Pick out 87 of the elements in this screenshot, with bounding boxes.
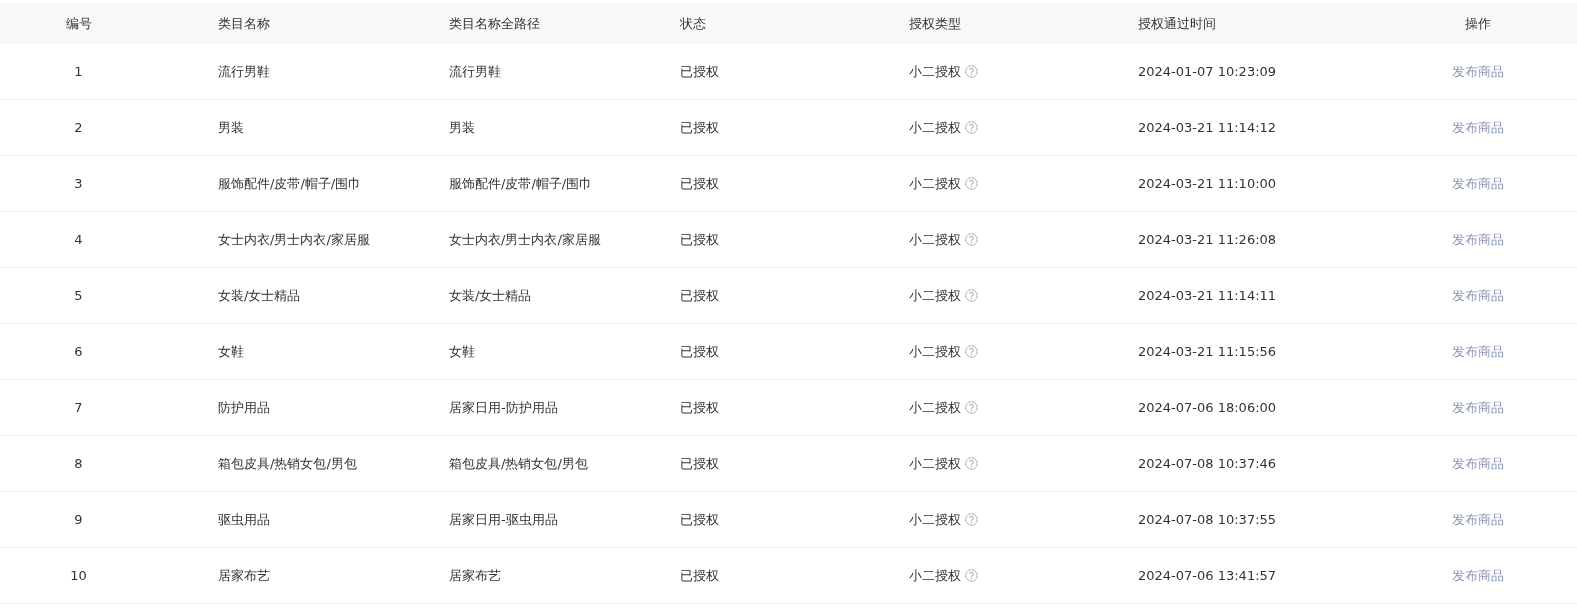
help-icon[interactable] <box>965 177 978 190</box>
table-cell: 居家布艺 <box>218 567 270 583</box>
table-cell: 小二授权 <box>909 62 961 81</box>
table-cell: 流行男鞋 <box>449 63 501 79</box>
table-cell: 女装/女士精品 <box>218 287 301 303</box>
table-cell: 已授权 <box>680 511 719 527</box>
table-cell: 已授权 <box>680 175 719 191</box>
table-cell: 已授权 <box>680 119 719 135</box>
table-cell: 2024-03-21 11:15:56 <box>1138 344 1277 359</box>
help-icon[interactable] <box>965 65 978 78</box>
table-cell: 流行男鞋 <box>218 63 270 79</box>
table-cell: 2024-03-21 11:26:08 <box>1138 232 1277 247</box>
table-cell: 小二授权 <box>909 398 961 417</box>
publish-link[interactable]: 发布商品 <box>1452 343 1504 359</box>
table-cell: 已授权 <box>680 567 719 583</box>
help-icon[interactable] <box>965 513 978 526</box>
column-header: 授权通过时间 <box>1138 15 1216 31</box>
column-header: 类目名称 <box>218 15 270 31</box>
table-cell: 2024-07-08 10:37:55 <box>1138 512 1277 527</box>
table-cell: 已授权 <box>680 455 719 471</box>
publish-link[interactable]: 发布商品 <box>1452 287 1504 303</box>
table-cell: 服饰配件/皮带/帽子/围巾 <box>218 175 362 191</box>
table-cell: 女鞋 <box>449 343 475 359</box>
table-cell: 2024-03-21 11:14:12 <box>1138 120 1277 135</box>
table-cell: 已授权 <box>680 231 719 247</box>
help-icon[interactable] <box>965 345 978 358</box>
table-cell: 女鞋 <box>218 343 244 359</box>
table-cell: 10 <box>70 568 87 583</box>
help-icon[interactable] <box>965 457 978 470</box>
table-cell: 2024-07-06 13:41:57 <box>1138 568 1277 583</box>
table-cell: 服饰配件/皮带/帽子/围巾 <box>449 175 593 191</box>
publish-link[interactable]: 发布商品 <box>1452 231 1504 247</box>
table-cell: 4 <box>74 232 83 247</box>
table-cell: 2024-03-21 11:14:11 <box>1138 288 1277 303</box>
publish-link[interactable]: 发布商品 <box>1452 119 1504 135</box>
table-cell: 2024-07-06 18:06:00 <box>1138 400 1277 415</box>
table-cell: 小二授权 <box>909 510 961 529</box>
column-header: 授权类型 <box>909 15 961 31</box>
table-cell: 已授权 <box>680 63 719 79</box>
table-cell: 8 <box>74 456 83 471</box>
column-header: 状态 <box>680 15 706 31</box>
table-cell: 女装/女士精品 <box>449 287 532 303</box>
publish-link[interactable]: 发布商品 <box>1452 399 1504 415</box>
column-header: 类目名称全路径 <box>449 15 540 31</box>
table-cell: 已授权 <box>680 343 719 359</box>
help-icon[interactable] <box>965 569 978 582</box>
table-cell: 箱包皮具/热销女包/男包 <box>218 455 357 471</box>
table-cell: 居家日用-防护用品 <box>449 399 558 415</box>
table-cell: 2024-03-21 11:10:00 <box>1138 176 1277 191</box>
help-icon[interactable] <box>965 121 978 134</box>
table-cell: 1 <box>74 64 83 79</box>
table-cell: 小二授权 <box>909 230 961 249</box>
table-cell: 小二授权 <box>909 118 961 137</box>
table-cell: 2024-01-07 10:23:09 <box>1138 64 1277 79</box>
table-cell: 小二授权 <box>909 566 961 585</box>
column-header: 操作 <box>1465 15 1491 31</box>
column-header: 编号 <box>65 15 92 31</box>
table-cell: 女士内衣/男士内衣/家居服 <box>218 231 370 247</box>
table-cell: 已授权 <box>680 399 719 415</box>
table-cell: 小二授权 <box>909 454 961 473</box>
table-cell: 小二授权 <box>909 174 961 193</box>
table-cell: 防护用品 <box>218 399 270 415</box>
table-cell: 2 <box>74 120 83 135</box>
publish-link[interactable]: 发布商品 <box>1452 511 1504 527</box>
table-cell: 箱包皮具/热销女包/男包 <box>449 455 588 471</box>
table-cell: 男装 <box>218 119 244 135</box>
table-cell: 居家日用-驱虫用品 <box>449 511 558 527</box>
table-cell: 小二授权 <box>909 342 961 361</box>
help-icon[interactable] <box>965 401 978 414</box>
table-cell: 男装 <box>449 119 475 135</box>
table-cell: 驱虫用品 <box>218 511 270 527</box>
publish-link[interactable]: 发布商品 <box>1452 455 1504 471</box>
table-cell: 女士内衣/男士内衣/家居服 <box>449 231 601 247</box>
table-cell: 7 <box>74 400 83 415</box>
table-cell: 已授权 <box>680 287 719 303</box>
help-icon[interactable] <box>965 233 978 246</box>
table-cell: 9 <box>74 512 83 527</box>
publish-link[interactable]: 发布商品 <box>1452 175 1504 191</box>
table-cell: 3 <box>74 176 83 191</box>
help-icon[interactable] <box>965 289 978 302</box>
table-cell: 5 <box>74 288 83 303</box>
table-cell: 居家布艺 <box>449 567 501 583</box>
table-cell: 小二授权 <box>909 286 961 305</box>
table-cell: 2024-07-08 10:37:46 <box>1138 456 1277 471</box>
table-cell: 6 <box>74 344 83 359</box>
publish-link[interactable]: 发布商品 <box>1452 567 1504 583</box>
publish-link[interactable]: 发布商品 <box>1452 63 1504 79</box>
